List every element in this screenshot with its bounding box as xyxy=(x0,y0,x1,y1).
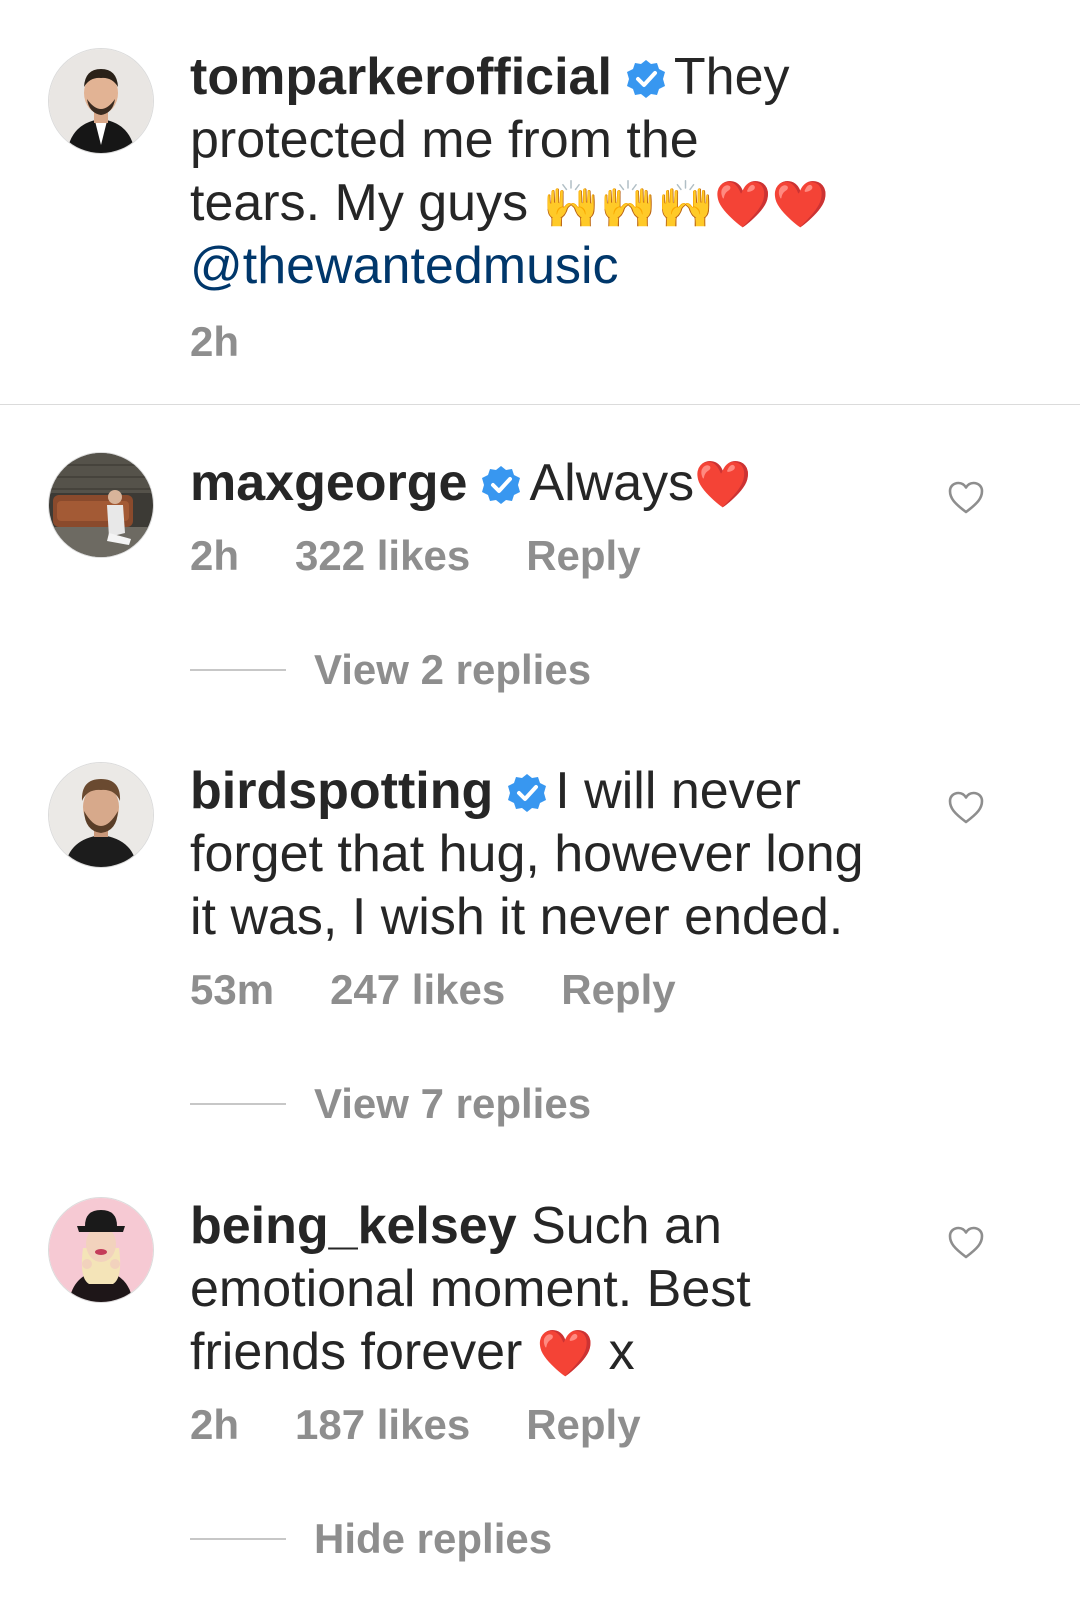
caption-text: tomparkerofficial They protected me from … xyxy=(190,46,910,298)
comment-meta-maxgeorge: 2h 322 likes Reply xyxy=(190,532,697,580)
caption-text-line2: protected me from the xyxy=(190,111,699,169)
view-replies-button[interactable]: View 7 replies xyxy=(190,1079,591,1129)
replies-divider-line xyxy=(190,669,286,671)
reply-button[interactable]: Reply xyxy=(561,966,675,1013)
caption-time: 2h xyxy=(190,318,240,365)
comment-time: 53m xyxy=(190,966,275,1013)
comment-body-line3: friends forever xyxy=(190,1323,523,1381)
comment-time: 2h xyxy=(190,532,240,579)
avatar-maxgeorge[interactable] xyxy=(48,452,154,558)
comment-username[interactable]: maxgeorge xyxy=(190,454,467,512)
caption-meta: 2h xyxy=(190,318,295,366)
comment-body-line2: emotional moment. Best xyxy=(190,1260,751,1318)
comment-text-birdspotting: birdspotting I will never forget that hug… xyxy=(190,760,910,949)
avatar-being-kelsey[interactable] xyxy=(48,1197,154,1303)
replies-divider-line xyxy=(190,1103,286,1105)
view-replies-label: View 2 replies xyxy=(314,646,592,693)
comment-body-line3: it was, I wish it never ended. xyxy=(190,888,844,946)
verified-badge-icon xyxy=(626,59,666,99)
comment-username[interactable]: birdspotting xyxy=(190,762,493,820)
reply-button[interactable]: Reply xyxy=(526,1401,640,1448)
caption-mention-link[interactable]: @thewantedmusic xyxy=(190,237,619,295)
comment-body-tail: x xyxy=(608,1323,635,1381)
heart-emoji: ❤️ xyxy=(536,1327,595,1379)
hide-replies-button[interactable]: Hide replies xyxy=(190,1514,552,1564)
view-replies-button[interactable]: View 2 replies xyxy=(190,645,591,695)
comment-meta-birdspotting: 53m 247 likes Reply xyxy=(190,966,732,1014)
comment-body-line2: forget that hug, however long xyxy=(190,825,864,883)
verified-badge-icon xyxy=(481,465,521,505)
verified-badge-icon xyxy=(507,773,547,813)
view-replies-label: View 7 replies xyxy=(314,1080,592,1127)
comment-body-line1: Such an xyxy=(531,1197,722,1255)
caption-text-line3: tears. My guys xyxy=(190,174,529,232)
comment-text-being-kelsey: being_kelsey Such an emotional moment. B… xyxy=(190,1195,910,1384)
comment-body: Always xyxy=(529,454,695,512)
heart-emoji: ❤️ xyxy=(694,458,752,510)
comment-likes[interactable]: 322 likes xyxy=(295,532,470,579)
reply-button[interactable]: Reply xyxy=(526,532,640,579)
comment-text-maxgeorge: maxgeorge Always❤️ xyxy=(190,452,910,515)
comment-meta-being-kelsey: 2h 187 likes Reply xyxy=(190,1401,697,1449)
comment-likes[interactable]: 187 likes xyxy=(295,1401,470,1448)
comment-body-line1: I will never xyxy=(555,762,801,820)
avatar-tomparkerofficial[interactable] xyxy=(48,48,154,154)
hide-replies-label: Hide replies xyxy=(314,1515,553,1562)
caption-username[interactable]: tomparkerofficial xyxy=(190,48,612,106)
like-heart-icon[interactable] xyxy=(946,1223,986,1263)
caption-text-line1: They xyxy=(673,48,790,106)
like-heart-icon[interactable] xyxy=(946,788,986,828)
caption-emojis: 🙌🙌🙌❤️❤️ xyxy=(542,178,829,230)
comment-likes[interactable]: 247 likes xyxy=(330,966,505,1013)
caption-divider xyxy=(0,404,1080,405)
avatar-birdspotting[interactable] xyxy=(48,762,154,868)
like-heart-icon[interactable] xyxy=(946,478,986,518)
comment-time: 2h xyxy=(190,1401,240,1448)
comment-username[interactable]: being_kelsey xyxy=(190,1197,517,1255)
replies-divider-line xyxy=(190,1538,286,1540)
